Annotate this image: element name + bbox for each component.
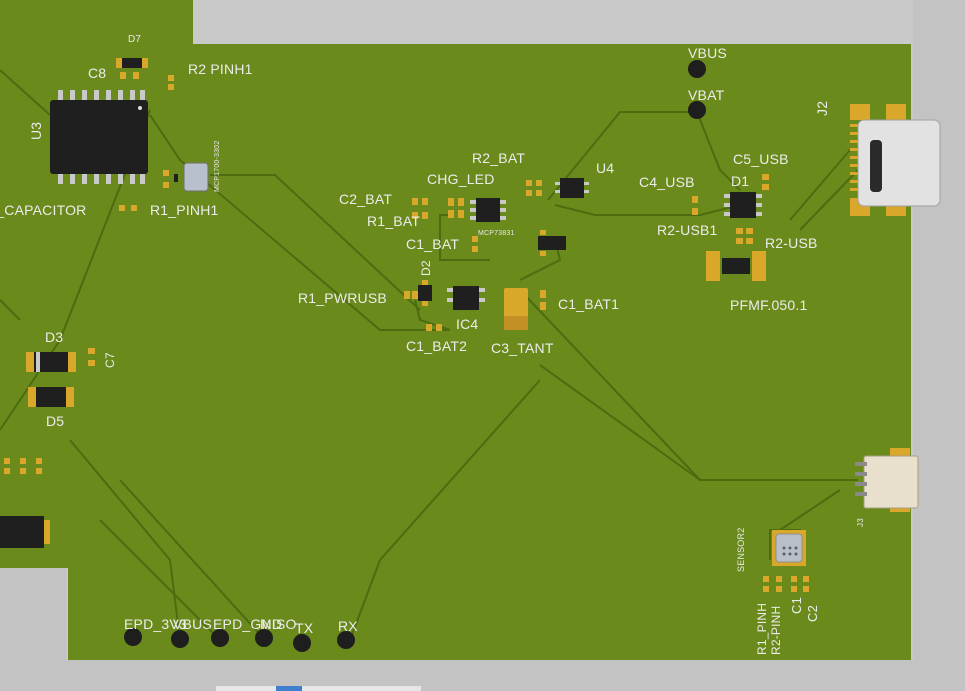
- label-r2-pinh: R2-PINH: [769, 605, 783, 655]
- label-u3: U3: [28, 121, 44, 140]
- label-d3: D3: [45, 329, 64, 345]
- label-c2-bat: C2_BAT: [339, 191, 393, 207]
- board-margin-bottom: [66, 660, 916, 691]
- label-vbat: VBAT: [688, 87, 725, 103]
- label-ic4: IC4: [456, 316, 479, 332]
- label-miso: MISO: [260, 616, 297, 632]
- label-vbus: VBUS: [688, 45, 727, 61]
- label-chg-led: CHG_LED: [427, 171, 495, 187]
- label-d2: D2: [419, 260, 433, 276]
- label-c2: C2: [805, 604, 820, 622]
- scrollbar-thumb[interactable]: [276, 686, 302, 691]
- label-mic-mark: MCP1700-3302: [214, 140, 221, 192]
- label-tx: TX: [295, 620, 314, 636]
- label-tiny-mark: MCP73831: [478, 230, 515, 237]
- label-c1: C1: [789, 596, 804, 614]
- label-sensor2: SENSOR2: [736, 527, 746, 572]
- label-c1-bat2: C1_BAT2: [406, 338, 468, 354]
- label-c7: C7: [103, 352, 117, 368]
- label-r2-usb: R2-USB: [765, 235, 818, 251]
- label-c1-bat: C1_BAT: [406, 236, 460, 252]
- label-r2-usb1: R2-USB1: [657, 222, 718, 238]
- scrollbar-hint: [216, 686, 421, 691]
- board-margin-bottom-left: [0, 568, 66, 691]
- label-j2: J2: [814, 100, 830, 116]
- label-d5: D5: [46, 413, 65, 429]
- j3-connector: [855, 448, 919, 512]
- label-d1: D1: [731, 173, 750, 189]
- label-r1-pwrusb: R1_PWRUSB: [298, 290, 387, 306]
- label-rx: RX: [338, 618, 358, 634]
- label-pfmf: PFMF.050.1: [730, 297, 808, 313]
- label-c3-tant: C3_TANT: [491, 340, 554, 356]
- label-j3: J3: [856, 518, 865, 527]
- label-vbus-bottom: VBUS: [173, 616, 212, 632]
- label-c5-usb: C5_USB: [733, 151, 789, 167]
- label-r1-pinh1: R1_PINH1: [150, 202, 219, 218]
- label-d7: D7: [128, 34, 142, 45]
- label-r1-bat: R1_BAT: [367, 213, 421, 229]
- label-u4: U4: [596, 160, 615, 176]
- label-c4-usb: C4_USB: [639, 174, 695, 190]
- label-r-capacitor: R_CAPACITOR: [0, 202, 87, 218]
- board-margin-right: [913, 0, 965, 691]
- label-c8: C8: [88, 65, 107, 81]
- label-c1-bat1: C1_BAT1: [558, 296, 620, 312]
- label-r1-pinh: R1_PINH: [755, 602, 769, 655]
- label-r2-bat: R2_BAT: [472, 150, 526, 166]
- usb-c-connector: [850, 104, 941, 216]
- label-r2-pinh1: R2 PINH1: [188, 61, 253, 77]
- u3-chip: [50, 90, 148, 184]
